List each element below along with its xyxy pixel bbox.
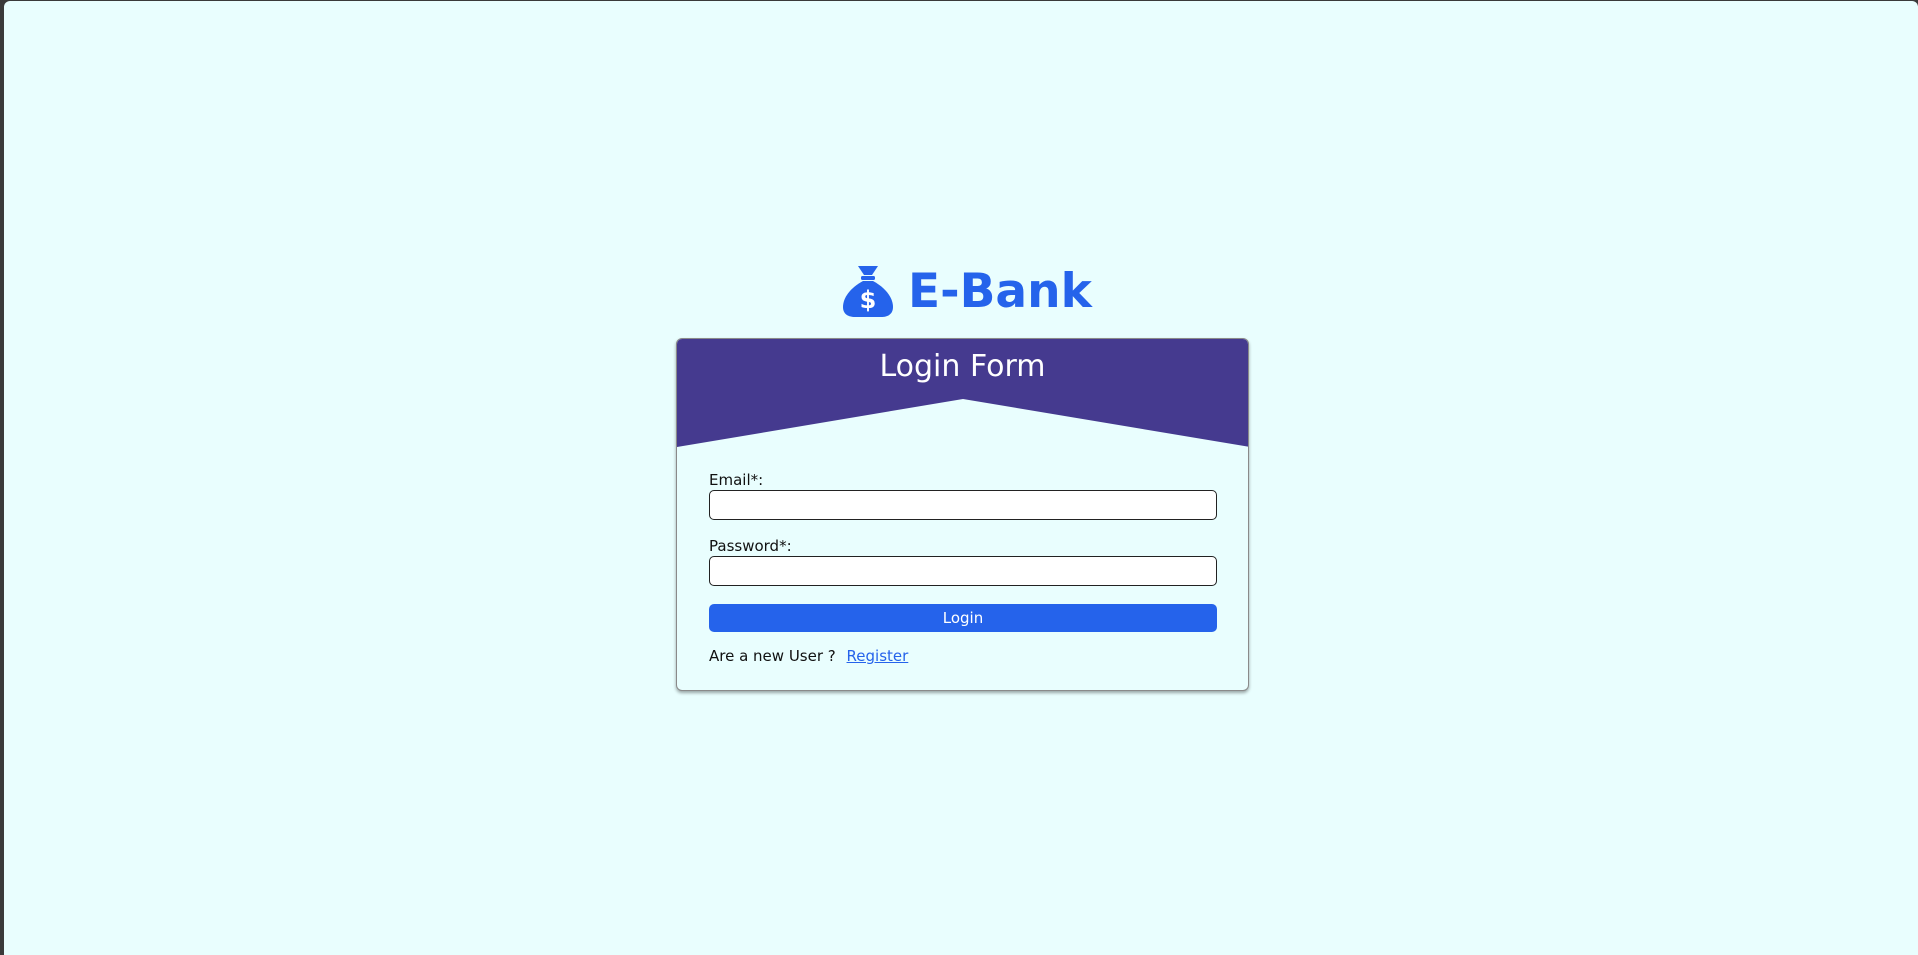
money-bag-icon: $ [843, 266, 893, 317]
login-card: Login Form Email*: Password*: Login Are … [676, 338, 1249, 691]
email-label: Email*: [709, 471, 764, 489]
email-field[interactable] [709, 490, 1217, 520]
svg-text:$: $ [860, 286, 877, 314]
password-label: Password*: [709, 537, 792, 555]
login-button[interactable]: Login [709, 604, 1217, 632]
register-prompt: Are a new User ? Register [709, 647, 908, 665]
brand-name: E-Bank [908, 263, 1092, 319]
password-field[interactable] [709, 556, 1217, 586]
new-user-text: Are a new User ? [709, 647, 836, 665]
register-link[interactable]: Register [847, 647, 909, 665]
page-background: $ E-Bank Login Form Email*: Password*: L… [4, 1, 1918, 955]
brand-logo: $ E-Bank [842, 263, 1092, 319]
form-title: Login Form [879, 349, 1046, 384]
